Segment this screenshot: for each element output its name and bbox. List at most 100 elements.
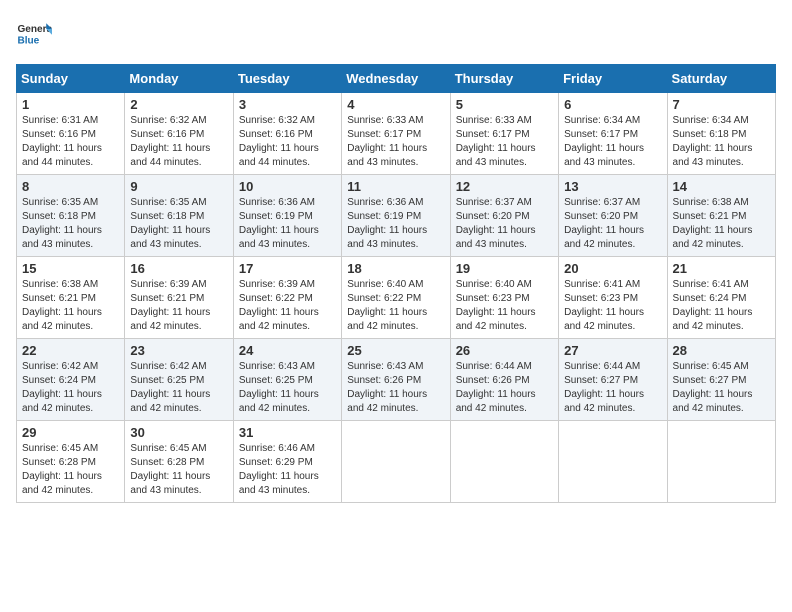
day-number: 21 — [673, 261, 770, 276]
calendar-cell — [559, 421, 667, 503]
day-number: 31 — [239, 425, 336, 440]
day-info: Sunrise: 6:43 AMSunset: 6:25 PMDaylight:… — [239, 361, 319, 414]
day-number: 24 — [239, 343, 336, 358]
day-info: Sunrise: 6:35 AMSunset: 6:18 PMDaylight:… — [130, 197, 210, 250]
calendar-cell: 24 Sunrise: 6:43 AMSunset: 6:25 PMDaylig… — [233, 339, 341, 421]
calendar-header: SundayMondayTuesdayWednesdayThursdayFrid… — [17, 65, 776, 93]
day-info: Sunrise: 6:42 AMSunset: 6:24 PMDaylight:… — [22, 361, 102, 414]
calendar-cell: 18 Sunrise: 6:40 AMSunset: 6:22 PMDaylig… — [342, 257, 450, 339]
calendar-cell: 14 Sunrise: 6:38 AMSunset: 6:21 PMDaylig… — [667, 175, 775, 257]
calendar-body: 1 Sunrise: 6:31 AMSunset: 6:16 PMDayligh… — [17, 93, 776, 503]
day-number: 17 — [239, 261, 336, 276]
day-number: 5 — [456, 97, 553, 112]
calendar-cell: 2 Sunrise: 6:32 AMSunset: 6:16 PMDayligh… — [125, 93, 233, 175]
day-info: Sunrise: 6:34 AMSunset: 6:17 PMDaylight:… — [564, 115, 644, 168]
day-info: Sunrise: 6:31 AMSunset: 6:16 PMDaylight:… — [22, 115, 102, 168]
day-number: 2 — [130, 97, 227, 112]
calendar-cell: 31 Sunrise: 6:46 AMSunset: 6:29 PMDaylig… — [233, 421, 341, 503]
day-number: 1 — [22, 97, 119, 112]
day-number: 3 — [239, 97, 336, 112]
day-info: Sunrise: 6:36 AMSunset: 6:19 PMDaylight:… — [239, 197, 319, 250]
day-number: 10 — [239, 179, 336, 194]
calendar-cell: 5 Sunrise: 6:33 AMSunset: 6:17 PMDayligh… — [450, 93, 558, 175]
day-number: 20 — [564, 261, 661, 276]
page-header: General Blue — [16, 16, 776, 52]
day-info: Sunrise: 6:41 AMSunset: 6:24 PMDaylight:… — [673, 279, 753, 332]
day-header-thursday: Thursday — [450, 65, 558, 93]
day-info: Sunrise: 6:35 AMSunset: 6:18 PMDaylight:… — [22, 197, 102, 250]
calendar-cell: 19 Sunrise: 6:40 AMSunset: 6:23 PMDaylig… — [450, 257, 558, 339]
day-number: 25 — [347, 343, 444, 358]
calendar-cell — [667, 421, 775, 503]
day-info: Sunrise: 6:45 AMSunset: 6:27 PMDaylight:… — [673, 361, 753, 414]
days-header-row: SundayMondayTuesdayWednesdayThursdayFrid… — [17, 65, 776, 93]
calendar-cell: 25 Sunrise: 6:43 AMSunset: 6:26 PMDaylig… — [342, 339, 450, 421]
calendar-cell: 8 Sunrise: 6:35 AMSunset: 6:18 PMDayligh… — [17, 175, 125, 257]
calendar-cell: 4 Sunrise: 6:33 AMSunset: 6:17 PMDayligh… — [342, 93, 450, 175]
day-header-tuesday: Tuesday — [233, 65, 341, 93]
day-info: Sunrise: 6:43 AMSunset: 6:26 PMDaylight:… — [347, 361, 427, 414]
svg-text:Blue: Blue — [17, 35, 39, 46]
calendar-cell: 3 Sunrise: 6:32 AMSunset: 6:16 PMDayligh… — [233, 93, 341, 175]
calendar-cell: 17 Sunrise: 6:39 AMSunset: 6:22 PMDaylig… — [233, 257, 341, 339]
day-info: Sunrise: 6:36 AMSunset: 6:19 PMDaylight:… — [347, 197, 427, 250]
day-info: Sunrise: 6:40 AMSunset: 6:22 PMDaylight:… — [347, 279, 427, 332]
week-row-1: 1 Sunrise: 6:31 AMSunset: 6:16 PMDayligh… — [17, 93, 776, 175]
day-number: 29 — [22, 425, 119, 440]
day-number: 6 — [564, 97, 661, 112]
day-info: Sunrise: 6:32 AMSunset: 6:16 PMDaylight:… — [130, 115, 210, 168]
day-info: Sunrise: 6:44 AMSunset: 6:26 PMDaylight:… — [456, 361, 536, 414]
day-number: 26 — [456, 343, 553, 358]
calendar-cell: 10 Sunrise: 6:36 AMSunset: 6:19 PMDaylig… — [233, 175, 341, 257]
week-row-5: 29 Sunrise: 6:45 AMSunset: 6:28 PMDaylig… — [17, 421, 776, 503]
day-info: Sunrise: 6:45 AMSunset: 6:28 PMDaylight:… — [130, 443, 210, 496]
calendar-cell: 7 Sunrise: 6:34 AMSunset: 6:18 PMDayligh… — [667, 93, 775, 175]
calendar-cell: 11 Sunrise: 6:36 AMSunset: 6:19 PMDaylig… — [342, 175, 450, 257]
calendar-cell: 26 Sunrise: 6:44 AMSunset: 6:26 PMDaylig… — [450, 339, 558, 421]
day-info: Sunrise: 6:44 AMSunset: 6:27 PMDaylight:… — [564, 361, 644, 414]
day-number: 13 — [564, 179, 661, 194]
week-row-4: 22 Sunrise: 6:42 AMSunset: 6:24 PMDaylig… — [17, 339, 776, 421]
day-header-monday: Monday — [125, 65, 233, 93]
day-header-wednesday: Wednesday — [342, 65, 450, 93]
day-number: 22 — [22, 343, 119, 358]
calendar-table: SundayMondayTuesdayWednesdayThursdayFrid… — [16, 64, 776, 503]
calendar-cell: 1 Sunrise: 6:31 AMSunset: 6:16 PMDayligh… — [17, 93, 125, 175]
day-info: Sunrise: 6:38 AMSunset: 6:21 PMDaylight:… — [673, 197, 753, 250]
day-number: 11 — [347, 179, 444, 194]
day-info: Sunrise: 6:32 AMSunset: 6:16 PMDaylight:… — [239, 115, 319, 168]
calendar-cell — [342, 421, 450, 503]
week-row-3: 15 Sunrise: 6:38 AMSunset: 6:21 PMDaylig… — [17, 257, 776, 339]
day-header-saturday: Saturday — [667, 65, 775, 93]
calendar-cell: 20 Sunrise: 6:41 AMSunset: 6:23 PMDaylig… — [559, 257, 667, 339]
day-info: Sunrise: 6:45 AMSunset: 6:28 PMDaylight:… — [22, 443, 102, 496]
day-number: 15 — [22, 261, 119, 276]
day-number: 12 — [456, 179, 553, 194]
day-header-sunday: Sunday — [17, 65, 125, 93]
day-info: Sunrise: 6:39 AMSunset: 6:21 PMDaylight:… — [130, 279, 210, 332]
calendar-cell: 12 Sunrise: 6:37 AMSunset: 6:20 PMDaylig… — [450, 175, 558, 257]
day-number: 18 — [347, 261, 444, 276]
calendar-cell: 13 Sunrise: 6:37 AMSunset: 6:20 PMDaylig… — [559, 175, 667, 257]
calendar-cell: 21 Sunrise: 6:41 AMSunset: 6:24 PMDaylig… — [667, 257, 775, 339]
day-number: 27 — [564, 343, 661, 358]
day-info: Sunrise: 6:39 AMSunset: 6:22 PMDaylight:… — [239, 279, 319, 332]
day-number: 16 — [130, 261, 227, 276]
logo: General Blue — [16, 16, 52, 52]
logo-icon: General Blue — [16, 16, 52, 52]
calendar-cell: 15 Sunrise: 6:38 AMSunset: 6:21 PMDaylig… — [17, 257, 125, 339]
day-info: Sunrise: 6:46 AMSunset: 6:29 PMDaylight:… — [239, 443, 319, 496]
day-info: Sunrise: 6:37 AMSunset: 6:20 PMDaylight:… — [456, 197, 536, 250]
day-info: Sunrise: 6:34 AMSunset: 6:18 PMDaylight:… — [673, 115, 753, 168]
day-info: Sunrise: 6:37 AMSunset: 6:20 PMDaylight:… — [564, 197, 644, 250]
week-row-2: 8 Sunrise: 6:35 AMSunset: 6:18 PMDayligh… — [17, 175, 776, 257]
day-number: 8 — [22, 179, 119, 194]
calendar-cell: 29 Sunrise: 6:45 AMSunset: 6:28 PMDaylig… — [17, 421, 125, 503]
day-info: Sunrise: 6:40 AMSunset: 6:23 PMDaylight:… — [456, 279, 536, 332]
day-number: 7 — [673, 97, 770, 112]
day-number: 19 — [456, 261, 553, 276]
day-number: 23 — [130, 343, 227, 358]
day-header-friday: Friday — [559, 65, 667, 93]
day-number: 30 — [130, 425, 227, 440]
day-number: 9 — [130, 179, 227, 194]
